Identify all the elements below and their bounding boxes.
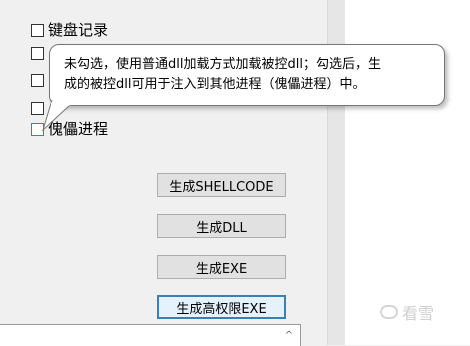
generate-high-privilege-exe-button[interactable]: 生成高权限EXE xyxy=(157,295,286,319)
checkbox-box[interactable] xyxy=(31,46,44,60)
generate-dll-button[interactable]: 生成DLL xyxy=(157,214,286,238)
generate-shellcode-button[interactable]: 生成SHELLCODE xyxy=(157,173,286,197)
generate-exe-button[interactable]: 生成EXE xyxy=(157,255,286,279)
watermark-logo-icon xyxy=(380,305,398,319)
button-label: 生成高权限EXE xyxy=(176,301,267,317)
button-label: 生成EXE xyxy=(195,261,248,277)
checkbox-keylogger[interactable]: 键盘记录 xyxy=(31,21,108,39)
tooltip-line-2: 成的被控dll可用于注入到其他进程（傀儡进程）中。 xyxy=(64,77,366,92)
checkbox-box[interactable] xyxy=(31,101,44,115)
checkbox-label: 键盘记录 xyxy=(48,21,109,39)
checkbox-option-3[interactable] xyxy=(31,71,48,89)
checkbox-option-4[interactable] xyxy=(31,99,48,117)
checkbox-option-2[interactable] xyxy=(31,44,48,62)
tooltip-line-1: 未勾选，使用普通dll加载方式加载被控dll；勾选后，生 xyxy=(64,57,381,72)
output-box[interactable] xyxy=(0,324,301,346)
checkbox-label: 傀儡进程 xyxy=(48,120,109,138)
checkbox-box[interactable] xyxy=(31,23,44,37)
scroll-up-arrow-icon[interactable]: ^ xyxy=(279,325,299,345)
checkbox-box[interactable] xyxy=(31,73,44,87)
watermark: 看雪 xyxy=(380,300,434,324)
button-label: 生成SHELLCODE xyxy=(169,179,274,195)
checkbox-puppet-process[interactable]: 傀儡进程 xyxy=(31,120,108,138)
button-label: 生成DLL xyxy=(196,220,247,236)
tooltip-balloon: 未勾选，使用普通dll加载方式加载被控dll；勾选后，生 成的被控dll可用于注… xyxy=(49,44,445,106)
checkbox-box[interactable] xyxy=(31,122,44,136)
watermark-text: 看雪 xyxy=(402,304,435,323)
